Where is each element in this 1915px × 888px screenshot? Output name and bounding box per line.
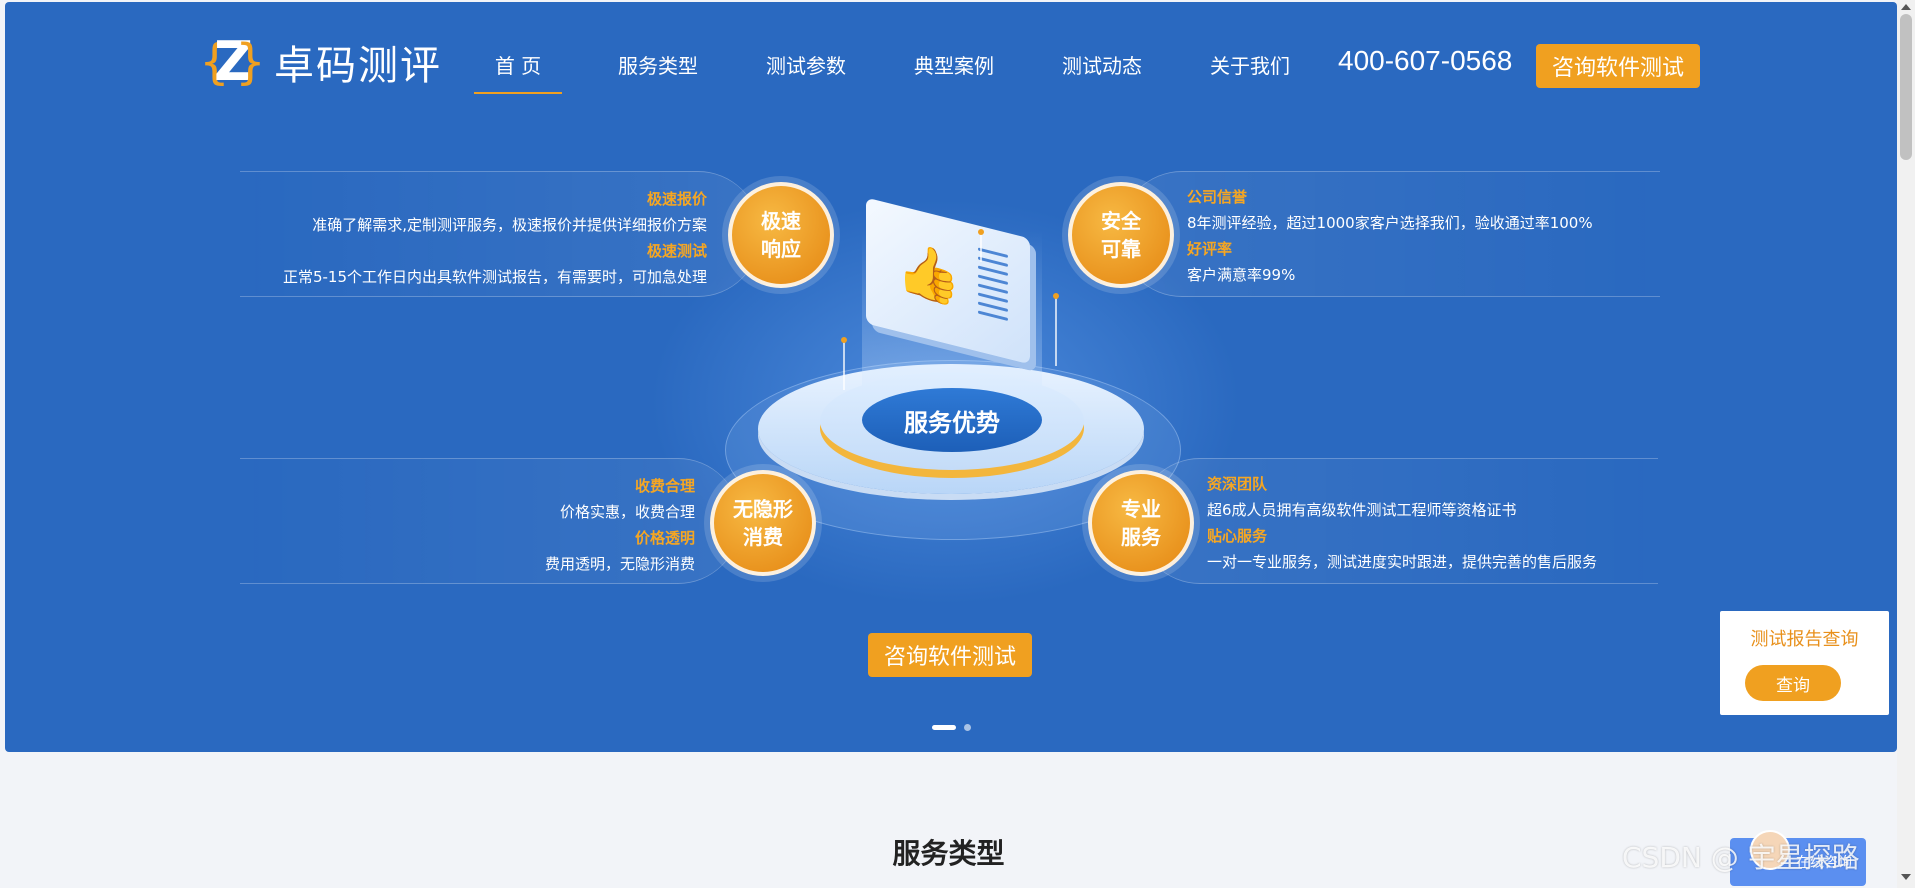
- csdn-watermark: CSDN @ 宇星探路: [1622, 841, 1860, 874]
- badge-line1: 专业: [1121, 497, 1161, 521]
- badge-safe-reliable: 安全 可靠: [1068, 182, 1174, 288]
- feature-desc: 客户满意率99%: [1187, 266, 1296, 284]
- scroll-thumb[interactable]: [1900, 14, 1912, 160]
- scroll-up-icon[interactable]: [1901, 4, 1911, 10]
- page: { Z } 卓码测评 首 页 服务类型 测试参数 典型案例 测试动态 关于我们 …: [0, 0, 1897, 888]
- feature-title: 资深团队: [1207, 475, 1268, 493]
- feature-title: 好评率: [1187, 240, 1233, 258]
- carousel-dot-1[interactable]: [932, 725, 956, 730]
- section-title: 服务类型: [892, 837, 1005, 870]
- scroll-down-icon[interactable]: [1901, 874, 1911, 880]
- nav-item-test-params[interactable]: 测试参数: [754, 40, 858, 92]
- feature-fast-text: 极速报价 准确了解需求,定制测评服务，极速报价并提供详细报价方案 极速测试 正常…: [283, 186, 707, 290]
- text-lines: [978, 247, 1008, 326]
- header-consult-button[interactable]: 咨询软件测试: [1536, 44, 1700, 88]
- brace-right-icon: }: [236, 34, 265, 90]
- feature-title: 价格透明: [634, 529, 695, 547]
- feature-pro-text: 资深团队 超6成人员拥有高级软件测试工程师等资格证书 贴心服务 一对一专业服务，…: [1207, 471, 1597, 575]
- nav-item-service-types[interactable]: 服务类型: [606, 40, 710, 92]
- feature-title: 极速报价: [646, 190, 707, 208]
- feature-desc: 价格实惠，收费合理: [559, 503, 695, 521]
- badge-no-hidden-fee: 无隐形 消费: [710, 470, 816, 576]
- badge-line2: 可靠: [1101, 237, 1141, 261]
- nav-item-home[interactable]: 首 页: [474, 40, 562, 94]
- carousel-dot-2[interactable]: [964, 724, 971, 731]
- sparkle-pin: [978, 229, 984, 262]
- sparkle-pin: [841, 337, 847, 390]
- feature-desc: 正常5-15个工作日内出具软件测试报告，有需要时，可加急处理: [282, 268, 707, 286]
- nav-item-news[interactable]: 测试动态: [1050, 40, 1154, 92]
- badge-line2: 消费: [743, 525, 783, 549]
- main-nav: 首 页 服务类型 测试参数 典型案例 测试动态 关于我们: [474, 40, 1302, 94]
- badge-line1: 极速: [761, 209, 801, 233]
- logo-mark: { Z }: [200, 34, 265, 91]
- badge-fast-response: 极速 响应: [728, 182, 834, 288]
- logo-text: 卓码测评: [274, 43, 442, 89]
- feature-desc: 费用透明，无隐形消费: [544, 555, 695, 573]
- feature-desc: 准确了解需求,定制测评服务，极速报价并提供详细报价方案: [312, 216, 707, 234]
- feature-nohidden-text: 收费合理 价格实惠，收费合理 价格透明 费用透明，无隐形消费: [545, 473, 695, 577]
- query-button[interactable]: 查询: [1745, 665, 1841, 701]
- logo[interactable]: { Z } 卓码测评: [200, 34, 442, 91]
- badge-line1: 安全: [1101, 209, 1141, 233]
- report-query-title: 测试报告查询: [1750, 629, 1859, 650]
- hotline-phone: 400-607-0568: [1338, 45, 1513, 76]
- feature-title: 收费合理: [634, 477, 695, 495]
- vertical-scrollbar[interactable]: [1897, 0, 1915, 888]
- badge-line2: 服务: [1121, 525, 1161, 549]
- feature-title: 贴心服务: [1207, 527, 1268, 545]
- nav-item-cases[interactable]: 典型案例: [902, 40, 1006, 92]
- badge-line1: 无隐形: [733, 497, 793, 521]
- feature-desc: 超6成人员拥有高级软件测试工程师等资格证书: [1207, 501, 1517, 519]
- feature-desc: 8年测评经验，超过1000家客户选择我们，验收通过率100%: [1187, 214, 1593, 232]
- feature-title: 极速测试: [646, 242, 707, 260]
- nav-item-about[interactable]: 关于我们: [1198, 40, 1302, 92]
- hero-consult-button[interactable]: 咨询软件测试: [868, 633, 1032, 677]
- feature-desc: 一对一专业服务，测试进度实时跟进，提供完善的售后服务: [1207, 553, 1598, 571]
- feature-safe-text: 公司信誉 8年测评经验，超过1000家客户选择我们，验收通过率100% 好评率 …: [1187, 184, 1593, 288]
- thumbs-up-icon: 👍: [896, 236, 961, 313]
- sparkle-pin: [1053, 293, 1059, 366]
- feature-title: 公司信誉: [1187, 188, 1248, 206]
- badge-pro-service: 专业 服务: [1088, 470, 1194, 576]
- badge-line2: 响应: [761, 237, 801, 261]
- carousel-dots: [932, 724, 971, 731]
- report-query-widget: 测试报告查询 查询: [1720, 611, 1889, 715]
- center-label: 服务优势: [862, 388, 1042, 452]
